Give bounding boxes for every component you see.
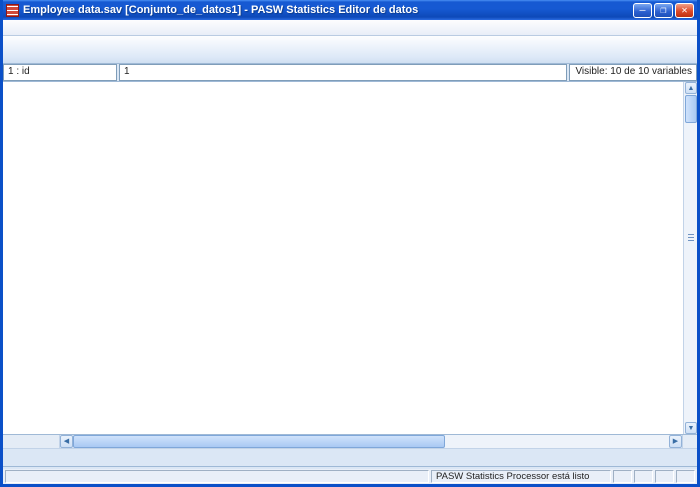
cell-reference-label: 1 : id <box>3 64 117 81</box>
close-button[interactable]: ✕ <box>675 3 694 18</box>
minimize-button[interactable]: — <box>633 3 652 18</box>
view-tab-bar <box>3 449 697 467</box>
horizontal-scrollbar-thumb[interactable] <box>73 435 445 448</box>
menu-bar <box>3 20 697 36</box>
vertical-scrollbar-thumb[interactable] <box>685 95 697 123</box>
toolbar <box>3 36 697 64</box>
cell-editor-value[interactable]: 1 <box>119 64 567 81</box>
visible-variables-info: Visible: 10 de 10 variables <box>569 64 697 81</box>
status-bar: PASW Statistics Processor está listo <box>3 469 697 484</box>
cell-reference-bar: 1 : id 1 Visible: 10 de 10 variables <box>3 64 697 82</box>
status-main-cell <box>5 470 429 483</box>
scrollbar-corner-right <box>682 435 697 448</box>
scroll-right-icon[interactable]: ▶ <box>669 435 682 448</box>
scrollbar-marker <box>688 234 694 241</box>
app-icon <box>6 4 19 17</box>
maximize-button[interactable]: ❐ <box>654 3 673 18</box>
status-message: PASW Statistics Processor está listo <box>431 470 611 483</box>
scroll-left-icon[interactable]: ◀ <box>60 435 73 448</box>
vertical-scrollbar[interactable]: ▲ ▼ <box>683 82 697 435</box>
scroll-down-icon[interactable]: ▼ <box>685 422 697 434</box>
app-window: Employee data.sav [Conjunto_de_datos1] -… <box>0 0 700 487</box>
title-bar: Employee data.sav [Conjunto_de_datos1] -… <box>3 0 697 20</box>
scrollbar-corner-left <box>3 435 60 448</box>
horizontal-scrollbar[interactable]: ◀ ▶ <box>3 435 697 449</box>
scroll-up-icon[interactable]: ▲ <box>685 82 697 94</box>
data-grid-area: ▲ ▼ <box>3 82 697 435</box>
window-title: Employee data.sav [Conjunto_de_datos1] -… <box>23 4 633 16</box>
